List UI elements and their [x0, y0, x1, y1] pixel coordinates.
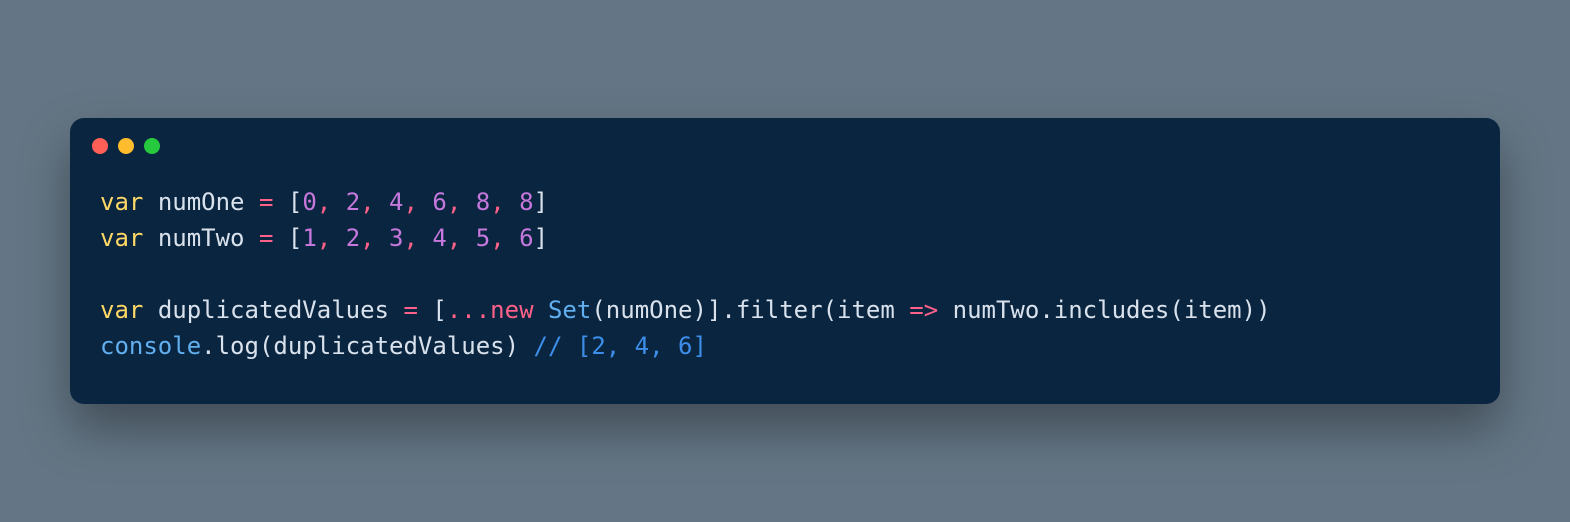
code-token [331, 188, 345, 216]
code-token: item [1184, 296, 1242, 324]
code-token [331, 224, 345, 252]
code-token: 5 [476, 224, 490, 252]
code-token: = [259, 188, 273, 216]
code-token: [ [288, 224, 302, 252]
code-token: , [317, 188, 331, 216]
code-token: 6 [432, 188, 446, 216]
code-token: . [1039, 296, 1053, 324]
code-token: 4 [389, 188, 403, 216]
code-token: ( [259, 332, 273, 360]
code-token: log [216, 332, 259, 360]
code-token: , [490, 224, 504, 252]
code-token [895, 296, 909, 324]
code-token: var [100, 296, 143, 324]
code-token [143, 296, 157, 324]
code-token: 3 [389, 224, 403, 252]
code-token: numOne [158, 188, 245, 216]
code-token: // [2, 4, 6] [534, 332, 707, 360]
code-token: 6 [519, 224, 533, 252]
code-block: var numOne = [0, 2, 4, 6, 8, 8]var numTw… [70, 164, 1500, 404]
code-token: ( [823, 296, 837, 324]
code-token [143, 224, 157, 252]
code-token: filter [736, 296, 823, 324]
code-token: 0 [302, 188, 316, 216]
code-token [418, 296, 432, 324]
code-line: var duplicatedValues = [...new Set(numOn… [100, 292, 1470, 328]
code-token [461, 224, 475, 252]
code-token: numTwo [158, 224, 245, 252]
code-token: ) [693, 296, 707, 324]
code-token [389, 296, 403, 324]
code-token: ... [447, 296, 490, 324]
code-token: 1 [302, 224, 316, 252]
code-line: var numOne = [0, 2, 4, 6, 8, 8] [100, 184, 1470, 220]
code-token [245, 188, 259, 216]
code-token [534, 296, 548, 324]
code-token: new [490, 296, 533, 324]
code-token [418, 188, 432, 216]
code-token: item [837, 296, 895, 324]
code-line: var numTwo = [1, 2, 3, 4, 5, 6] [100, 220, 1470, 256]
code-token: duplicatedValues [158, 296, 389, 324]
code-token: = [403, 296, 417, 324]
code-token: , [360, 188, 374, 216]
code-token [519, 332, 533, 360]
code-token: . [721, 296, 735, 324]
code-token [461, 188, 475, 216]
code-token: 4 [432, 224, 446, 252]
code-token: numOne [606, 296, 693, 324]
code-token: numTwo [953, 296, 1040, 324]
code-token: var [100, 188, 143, 216]
code-token [375, 188, 389, 216]
code-token: ] [534, 188, 548, 216]
code-token [505, 224, 519, 252]
code-token: ) [1256, 296, 1270, 324]
code-token [375, 224, 389, 252]
code-token: 8 [519, 188, 533, 216]
code-token: Set [548, 296, 591, 324]
window-titlebar [70, 118, 1500, 164]
code-token: , [404, 224, 418, 252]
code-token: includes [1054, 296, 1170, 324]
code-token: 2 [346, 188, 360, 216]
code-token: , [447, 188, 461, 216]
code-token: [ [288, 188, 302, 216]
code-token [938, 296, 952, 324]
code-token: ) [1242, 296, 1256, 324]
code-token: => [909, 296, 938, 324]
code-token: 8 [476, 188, 490, 216]
code-token [245, 224, 259, 252]
code-token [273, 188, 287, 216]
code-token: [ [432, 296, 446, 324]
code-window: var numOne = [0, 2, 4, 6, 8, 8]var numTw… [70, 118, 1500, 404]
code-line: console.log(duplicatedValues) // [2, 4, … [100, 328, 1470, 364]
code-token [418, 224, 432, 252]
code-token: var [100, 224, 143, 252]
code-token [505, 188, 519, 216]
code-token [273, 224, 287, 252]
code-token: = [259, 224, 273, 252]
code-token: duplicatedValues [273, 332, 504, 360]
code-token: , [317, 224, 331, 252]
maximize-icon[interactable] [144, 138, 160, 154]
code-token: , [447, 224, 461, 252]
code-token: , [490, 188, 504, 216]
code-token: , [360, 224, 374, 252]
code-token: , [404, 188, 418, 216]
code-token [143, 188, 157, 216]
code-token: ( [591, 296, 605, 324]
code-line [100, 256, 1470, 292]
minimize-icon[interactable] [118, 138, 134, 154]
code-token: ] [707, 296, 721, 324]
close-icon[interactable] [92, 138, 108, 154]
code-token: 2 [346, 224, 360, 252]
code-token: ) [505, 332, 519, 360]
code-token: . [201, 332, 215, 360]
code-token: console [100, 332, 201, 360]
code-token: ] [534, 224, 548, 252]
code-token: ( [1169, 296, 1183, 324]
